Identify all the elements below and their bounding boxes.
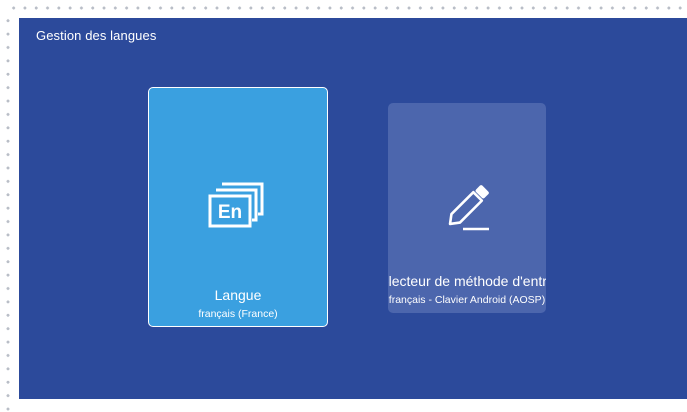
input-method-card[interactable]: Sélecteur de méthode d'entrée français -…: [388, 103, 546, 313]
language-en-icon: En: [149, 176, 327, 236]
left-dotted-border: [5, 14, 11, 412]
language-settings-screen: Gestion des langues En Langue français (…: [19, 18, 687, 399]
language-card-label: Langue: [214, 287, 262, 303]
svg-text:En: En: [218, 202, 242, 223]
window-frame: Gestion des langues En Langue français (…: [0, 0, 687, 412]
input-method-card-label: Sélecteur de méthode d'entrée: [388, 273, 546, 289]
pencil-icon: [388, 179, 546, 235]
language-card-value: français (France): [198, 308, 278, 320]
language-card[interactable]: En Langue français (France): [148, 87, 328, 327]
page-title: Gestion des langues: [36, 28, 157, 43]
top-dotted-border: [8, 5, 687, 11]
input-method-card-value: français - Clavier Android (AOSP): [388, 294, 546, 306]
